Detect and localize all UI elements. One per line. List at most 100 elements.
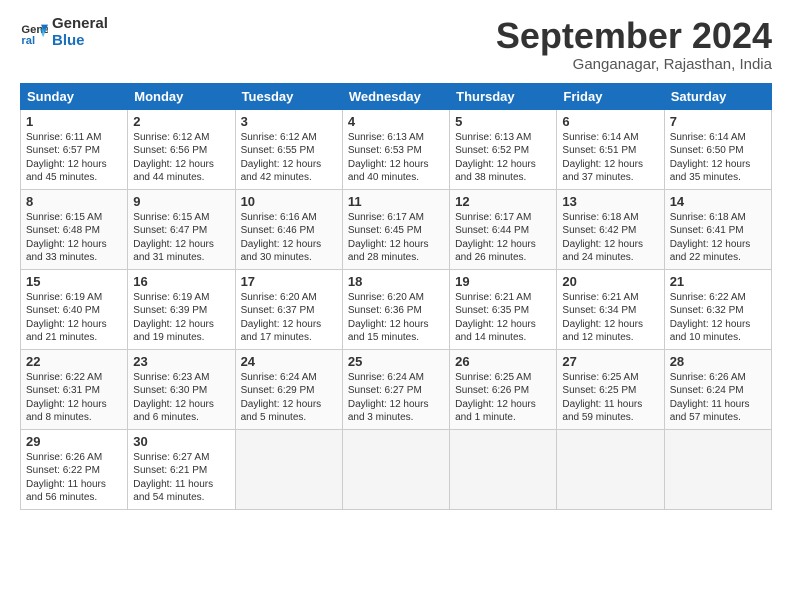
day-number: 17 [241, 274, 337, 289]
day-number: 26 [455, 354, 551, 369]
title-block: September 2024 Ganganagar, Rajasthan, In… [496, 16, 772, 73]
table-row: 24Sunrise: 6:24 AMSunset: 6:29 PMDayligh… [235, 349, 342, 429]
day-number: 20 [562, 274, 658, 289]
cell-info: Sunrise: 6:12 AMSunset: 6:55 PMDaylight:… [241, 131, 337, 185]
day-number: 4 [348, 114, 444, 129]
cell-info: Sunrise: 6:17 AMSunset: 6:44 PMDaylight:… [455, 211, 551, 265]
cell-info: Sunrise: 6:19 AMSunset: 6:40 PMDaylight:… [26, 291, 122, 345]
cell-info: Sunrise: 6:17 AMSunset: 6:45 PMDaylight:… [348, 211, 444, 265]
table-row: 3 Sunrise: 6:12 AMSunset: 6:55 PMDaylight… [235, 109, 342, 189]
table-row: 16 Sunrise: 6:19 AMSunset: 6:39 PMDayligh… [128, 269, 235, 349]
table-row [342, 429, 449, 509]
calendar-header-row: Sunday Monday Tuesday Wednesday Thursday… [21, 83, 772, 109]
cell-info: Sunrise: 6:23 AMSunset: 6:30 PMDaylight:… [133, 371, 229, 425]
table-row: 20 Sunrise: 6:21 AMSunset: 6:34 PMDayligh… [557, 269, 664, 349]
cell-info: Sunrise: 6:22 AMSunset: 6:32 PMDaylight:… [670, 291, 766, 345]
table-row: 5 Sunrise: 6:13 AMSunset: 6:52 PMDaylight… [450, 109, 557, 189]
location-subtitle: Ganganagar, Rajasthan, India [496, 56, 772, 73]
calendar-week-row: 1 Sunrise: 6:11 AMSunset: 6:57 PMDaylight… [21, 109, 772, 189]
cell-info: Sunrise: 6:12 AMSunset: 6:56 PMDaylight:… [133, 131, 229, 185]
day-number: 28 [670, 354, 766, 369]
table-row: 27Sunrise: 6:25 AMSunset: 6:25 PMDayligh… [557, 349, 664, 429]
table-row: 12 Sunrise: 6:17 AMSunset: 6:44 PMDayligh… [450, 189, 557, 269]
cell-info: Sunrise: 6:24 AMSunset: 6:27 PMDaylight:… [348, 371, 444, 425]
logo: Gene ral General Blue [20, 16, 108, 49]
day-number: 14 [670, 194, 766, 209]
day-number: 13 [562, 194, 658, 209]
svg-text:ral: ral [21, 35, 35, 47]
header-saturday: Saturday [664, 83, 771, 109]
table-row [450, 429, 557, 509]
day-number: 10 [241, 194, 337, 209]
header-thursday: Thursday [450, 83, 557, 109]
calendar-week-row: 8 Sunrise: 6:15 AMSunset: 6:48 PMDaylight… [21, 189, 772, 269]
cell-info: Sunrise: 6:19 AMSunset: 6:39 PMDaylight:… [133, 291, 229, 345]
table-row: 9Sunrise: 6:15 AMSunset: 6:47 PMDaylight… [128, 189, 235, 269]
calendar-week-row: 22Sunrise: 6:22 AMSunset: 6:31 PMDayligh… [21, 349, 772, 429]
day-number: 23 [133, 354, 229, 369]
header-friday: Friday [557, 83, 664, 109]
calendar-week-row: 15 Sunrise: 6:19 AMSunset: 6:40 PMDayligh… [21, 269, 772, 349]
table-row: 6 Sunrise: 6:14 AMSunset: 6:51 PMDaylight… [557, 109, 664, 189]
day-number: 27 [562, 354, 658, 369]
day-number: 3 [241, 114, 337, 129]
table-row: 17 Sunrise: 6:20 AMSunset: 6:37 PMDayligh… [235, 269, 342, 349]
cell-info: Sunrise: 6:15 AMSunset: 6:48 PMDaylight:… [26, 211, 122, 265]
logo-icon: Gene ral [20, 19, 48, 47]
day-number: 16 [133, 274, 229, 289]
day-number: 24 [241, 354, 337, 369]
cell-info: Sunrise: 6:18 AMSunset: 6:42 PMDaylight:… [562, 211, 658, 265]
cell-info: Sunrise: 6:16 AMSunset: 6:46 PMDaylight:… [241, 211, 337, 265]
table-row: 19 Sunrise: 6:21 AMSunset: 6:35 PMDayligh… [450, 269, 557, 349]
table-row: 13 Sunrise: 6:18 AMSunset: 6:42 PMDayligh… [557, 189, 664, 269]
table-row [235, 429, 342, 509]
table-row [664, 429, 771, 509]
cell-info: Sunrise: 6:25 AMSunset: 6:26 PMDaylight:… [455, 371, 551, 425]
table-row: 11Sunrise: 6:17 AMSunset: 6:45 PMDayligh… [342, 189, 449, 269]
day-number: 19 [455, 274, 551, 289]
cell-info: Sunrise: 6:26 AMSunset: 6:22 PMDaylight:… [26, 451, 122, 505]
cell-info: Sunrise: 6:13 AMSunset: 6:52 PMDaylight:… [455, 131, 551, 185]
day-number: 8 [26, 194, 122, 209]
day-number: 6 [562, 114, 658, 129]
cell-info: Sunrise: 6:27 AMSunset: 6:21 PMDaylight:… [133, 451, 229, 505]
day-number: 25 [348, 354, 444, 369]
day-number: 9 [133, 194, 229, 209]
cell-info: Sunrise: 6:20 AMSunset: 6:37 PMDaylight:… [241, 291, 337, 345]
table-row [557, 429, 664, 509]
day-number: 18 [348, 274, 444, 289]
table-row: 2Sunrise: 6:12 AMSunset: 6:56 PMDaylight… [128, 109, 235, 189]
cell-info: Sunrise: 6:26 AMSunset: 6:24 PMDaylight:… [670, 371, 766, 425]
calendar-week-row: 29Sunrise: 6:26 AMSunset: 6:22 PMDayligh… [21, 429, 772, 509]
page-container: Gene ral General Blue September 2024 Gan… [0, 0, 792, 520]
table-row: 10 Sunrise: 6:16 AMSunset: 6:46 PMDayligh… [235, 189, 342, 269]
day-number: 30 [133, 434, 229, 449]
day-number: 12 [455, 194, 551, 209]
header-tuesday: Tuesday [235, 83, 342, 109]
table-row: 25 Sunrise: 6:24 AMSunset: 6:27 PMDayligh… [342, 349, 449, 429]
table-row: 23 Sunrise: 6:23 AMSunset: 6:30 PMDayligh… [128, 349, 235, 429]
table-row: 22Sunrise: 6:22 AMSunset: 6:31 PMDayligh… [21, 349, 128, 429]
cell-info: Sunrise: 6:13 AMSunset: 6:53 PMDaylight:… [348, 131, 444, 185]
table-row: 4 Sunrise: 6:13 AMSunset: 6:53 PMDaylight… [342, 109, 449, 189]
table-row: 18Sunrise: 6:20 AMSunset: 6:36 PMDayligh… [342, 269, 449, 349]
cell-info: Sunrise: 6:11 AMSunset: 6:57 PMDaylight:… [26, 131, 122, 185]
header-sunday: Sunday [21, 83, 128, 109]
table-row: 7Sunrise: 6:14 AMSunset: 6:50 PMDaylight… [664, 109, 771, 189]
header-monday: Monday [128, 83, 235, 109]
day-number: 21 [670, 274, 766, 289]
day-number: 15 [26, 274, 122, 289]
cell-info: Sunrise: 6:14 AMSunset: 6:51 PMDaylight:… [562, 131, 658, 185]
cell-info: Sunrise: 6:14 AMSunset: 6:50 PMDaylight:… [670, 131, 766, 185]
day-number: 22 [26, 354, 122, 369]
table-row: 8 Sunrise: 6:15 AMSunset: 6:48 PMDaylight… [21, 189, 128, 269]
day-number: 1 [26, 114, 122, 129]
cell-info: Sunrise: 6:21 AMSunset: 6:34 PMDaylight:… [562, 291, 658, 345]
day-number: 5 [455, 114, 551, 129]
table-row: 15 Sunrise: 6:19 AMSunset: 6:40 PMDayligh… [21, 269, 128, 349]
table-row: 14Sunrise: 6:18 AMSunset: 6:41 PMDayligh… [664, 189, 771, 269]
table-row: 29Sunrise: 6:26 AMSunset: 6:22 PMDayligh… [21, 429, 128, 509]
cell-info: Sunrise: 6:21 AMSunset: 6:35 PMDaylight:… [455, 291, 551, 345]
logo-line1: General [52, 16, 108, 33]
table-row: 30 Sunrise: 6:27 AMSunset: 6:21 PMDayligh… [128, 429, 235, 509]
